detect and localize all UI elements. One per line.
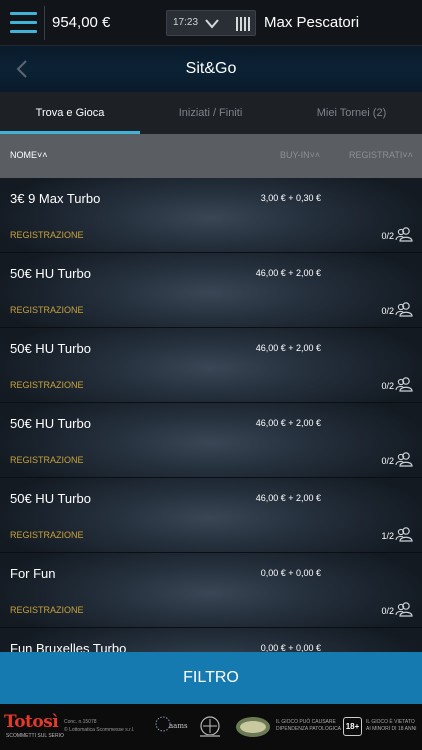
registered-count: 0/2 [381,381,394,391]
tournament-row[interactable]: 50€ HU Turbo 46,00 € + 2,00 € REGISTRAZI… [0,253,422,328]
tournament-buyin: 0,00 € + 0,00 € [260,643,321,652]
tournament-row[interactable]: 3€ 9 Max Turbo 3,00 € + 0,30 € REGISTRAZ… [0,178,422,253]
minors-line: AI MINORI DI 18 ANNI [366,726,417,732]
sort-by-name[interactable]: NOME˅˄ [10,150,48,160]
aams-logo: aams [155,716,188,732]
balance: 954,00 € [52,14,111,31]
sort-by-registered[interactable]: REGISTRATI˅˄ [349,150,413,160]
tournament-name: 50€ HU Turbo [10,341,91,356]
tournament-row[interactable]: Fun Bruxelles Turbo 0,00 € + 0,00 € [0,628,422,652]
players-icon [395,377,413,392]
tournament-buyin: 46,00 € + 2,00 € [255,268,321,278]
concession-text: Conc. n.15078 © Lottomatica Scommesse s.… [64,718,134,734]
tournament-row[interactable]: For Fun 0,00 € + 0,00 € REGISTRAZIONE 0/… [0,553,422,628]
logo-tagline: SCOMMETTI SUL SERIO [6,733,64,739]
warning-line: IL GIOCO PUÒ CAUSARE [276,719,336,725]
registered-count: 0/2 [381,306,394,316]
page-title: Sit&Go [185,60,237,77]
tournament-buyin: 46,00 € + 2,00 € [255,343,321,353]
tab-trova-e-gioca[interactable]: Trova e Gioca [0,92,140,134]
players-icon [395,227,413,242]
registered-count: 0/2 [381,456,394,466]
tab-miei-tornei[interactable]: Miei Tornei (2) [281,92,422,134]
tournament-buyin: 3,00 € + 0,30 € [260,193,321,203]
copyright-line: © Lottomatica Scommesse s.r.l. [64,727,135,733]
tournament-row[interactable]: 50€ HU Turbo 46,00 € + 2,00 € REGISTRAZI… [0,328,422,403]
username: Max Pescatori [264,14,360,31]
tournament-name: 3€ 9 Max Turbo [10,191,101,206]
tournament-buyin: 0,00 € + 0,00 € [260,568,321,578]
tournament-name: 50€ HU Turbo [10,266,91,281]
tab-iniziati-finiti[interactable]: Iniziati / Finiti [140,92,281,134]
age-18-badge: 18+ [343,717,362,736]
tournament-row[interactable]: 50€ HU Turbo 46,00 € + 2,00 € REGISTRAZI… [0,403,422,478]
gioca-responsabile-logo [236,717,270,737]
players-icon [395,527,413,542]
concession-line: Conc. n.15078 [64,719,97,725]
column-header: NOME˅˄ BUY-IN˅˄ REGISTRATI˅˄ [0,134,422,178]
tournament-status: REGISTRAZIONE [10,230,84,240]
filter-button[interactable]: FILTRO [0,652,422,704]
clock-time: 17:23 [173,17,199,28]
clock-widget[interactable]: 17:23 [166,10,256,36]
registered-count: 0/2 [381,231,394,241]
svg-text:aams: aams [169,722,188,730]
tournament-row[interactable]: 50€ HU Turbo 46,00 € + 2,00 € REGISTRAZI… [0,478,422,553]
tournament-name: For Fun [10,566,56,581]
tournament-name: 50€ HU Turbo [10,491,91,506]
minors-line: IL GIOCO È VIETATO [366,719,415,725]
tables-icon [236,17,250,31]
page-header: Sit&Go [0,46,422,92]
tournament-buyin: 46,00 € + 2,00 € [255,418,321,428]
sort-by-buyin[interactable]: BUY-IN˅˄ [280,150,320,160]
warning-line: DIPENDENZA PATOLOGICA [276,726,342,732]
totosi-logo: Totosì [4,712,59,732]
players-icon [395,302,413,317]
players-icon [395,602,413,617]
tab-bar: Trova e Gioca Iniziati / Finiti Miei Tor… [0,92,422,134]
tournament-name: Fun Bruxelles Turbo [10,641,127,652]
tournament-status: REGISTRAZIONE [10,605,84,615]
tournament-buyin: 46,00 € + 2,00 € [255,493,321,503]
tournament-status: REGISTRAZIONE [10,380,84,390]
chevron-down-icon [205,19,219,29]
top-bar: 954,00 € 17:23 Max Pescatori [0,0,422,46]
players-icon [395,452,413,467]
tournament-status: REGISTRAZIONE [10,305,84,315]
tournament-list[interactable]: 3€ 9 Max Turbo 3,00 € + 0,30 € REGISTRAZ… [0,178,422,652]
minors-warning: IL GIOCO È VIETATO AI MINORI DI 18 ANNI [366,719,417,733]
tournament-name: 50€ HU Turbo [10,416,91,431]
addiction-warning: IL GIOCO PUÒ CAUSARE DIPENDENZA PATOLOGI… [276,719,341,733]
divider [44,6,45,40]
registered-count: 1/2 [381,531,394,541]
registered-count: 0/2 [381,606,394,616]
tournament-status: REGISTRAZIONE [10,455,84,465]
gioco-legale-logo [200,716,220,737]
menu-icon[interactable] [10,12,37,34]
tournament-status: REGISTRAZIONE [10,530,84,540]
footer: Totosì SCOMMETTI SUL SERIO Conc. n.15078… [0,704,422,750]
